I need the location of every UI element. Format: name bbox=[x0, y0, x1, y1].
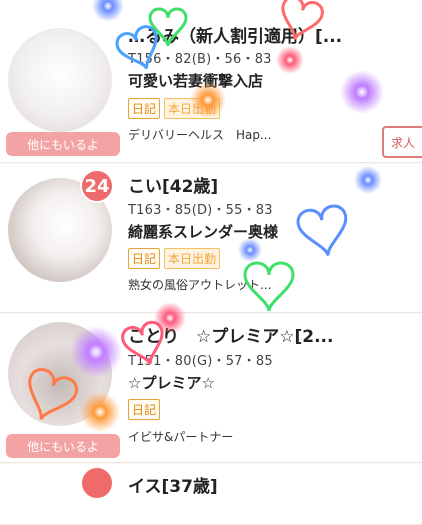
catchphrase: 綺麗系スレンダー奥様 bbox=[128, 223, 279, 241]
today-work-tag: 本日出勤 bbox=[164, 98, 221, 119]
listing-card[interactable]: イス[37歳] bbox=[0, 464, 422, 525]
tag-list: 日記 本日出勤 bbox=[128, 248, 221, 269]
diary-tag[interactable]: 日記 bbox=[128, 399, 161, 420]
age-badge bbox=[80, 466, 114, 500]
recruit-tab[interactable]: 求人 bbox=[382, 126, 422, 158]
today-work-tag: 本日出勤 bbox=[164, 248, 221, 269]
avatar[interactable] bbox=[8, 28, 112, 132]
cast-name[interactable]: こい[42歳] bbox=[128, 172, 218, 197]
shop-name[interactable]: イビサ&パートナー bbox=[128, 428, 233, 445]
age-badge: 24 bbox=[80, 169, 114, 203]
others-button[interactable]: 他にもいるよ bbox=[6, 132, 120, 156]
others-button[interactable]: 他にもいるよ bbox=[6, 434, 120, 458]
listing-card[interactable]: 24 こい[42歳] T163・85(D)・55・83 綺麗系スレンダー奥様 日… bbox=[0, 164, 422, 313]
avatar[interactable] bbox=[8, 322, 112, 426]
diary-tag[interactable]: 日記 bbox=[128, 248, 161, 269]
shop-name[interactable]: 熟女の風俗アウトレット... bbox=[128, 276, 271, 293]
tag-list: 日記 本日出勤 bbox=[128, 98, 221, 119]
tag-list: 日記 bbox=[128, 399, 161, 420]
cast-name[interactable]: ことり ☆プレミア☆[2... bbox=[128, 322, 333, 347]
catchphrase: 可愛い若妻衝撃入店 bbox=[128, 72, 264, 90]
cast-stats: T151・80(G)・57・85 bbox=[128, 354, 273, 369]
cast-name[interactable]: イス[37歳] bbox=[128, 472, 218, 497]
shop-name[interactable]: デリバリーヘルス Hap... bbox=[128, 126, 271, 143]
cast-stats: T156・82(B)・56・83 bbox=[128, 52, 272, 67]
catchphrase: ☆プレミア☆ bbox=[128, 374, 215, 392]
listing-card[interactable]: 他にもいるよ …るみ（新人割引適用）[... T156・82(B)・56・83 … bbox=[0, 0, 422, 163]
cast-name[interactable]: …るみ（新人割引適用）[... bbox=[128, 22, 342, 47]
listing-card[interactable]: 他にもいるよ ことり ☆プレミア☆[2... T151・80(G)・57・85 … bbox=[0, 314, 422, 463]
diary-tag[interactable]: 日記 bbox=[128, 98, 161, 119]
cast-stats: T163・85(D)・55・83 bbox=[128, 203, 273, 218]
